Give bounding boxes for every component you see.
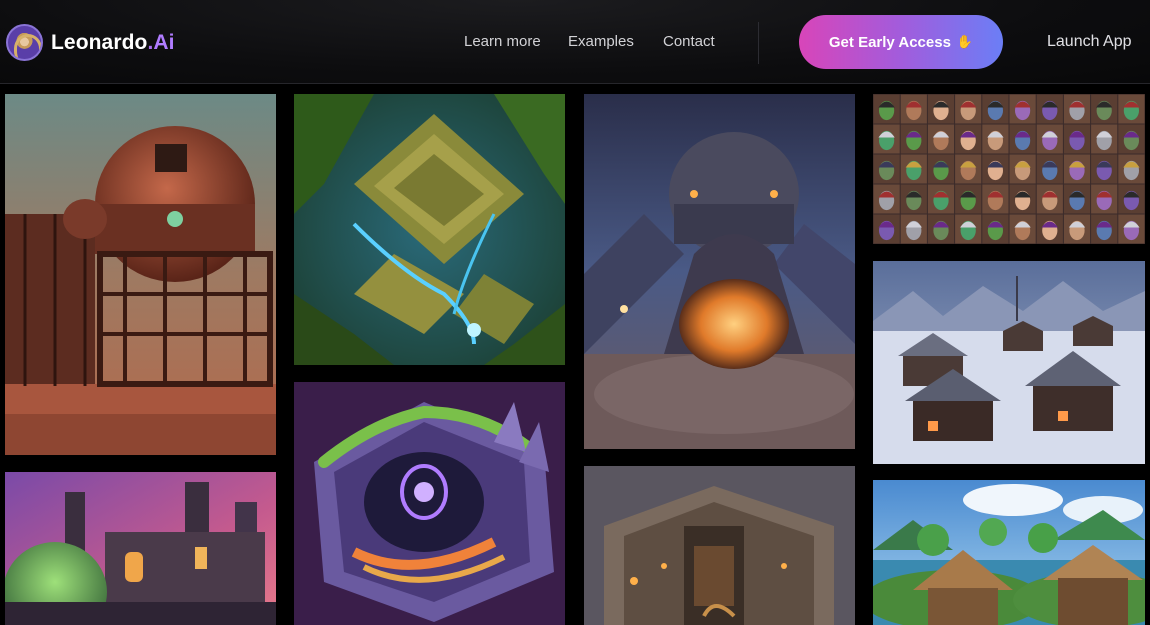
gallery-image-character-portraits[interactable] [873,94,1145,244]
portrait-cell [873,154,900,184]
gallery-image-snowy-village[interactable] [873,261,1145,464]
portrait-cell [955,94,982,124]
portrait-cell [900,94,927,124]
portrait-cell [1009,154,1036,184]
portrait-cell [1036,94,1063,124]
brand-wordmark: Leonardo.Ai [51,31,175,55]
portrait-cell [982,214,1009,244]
portrait-cell [1118,154,1145,184]
nav-divider [758,22,759,64]
gallery-image-tropical-huts[interactable] [873,480,1145,625]
portrait-cell [927,154,955,184]
portrait-cell [927,214,955,244]
portrait-cell [873,184,900,214]
portrait-cell [1009,214,1036,244]
gallery-image-steampunk-dome[interactable] [5,94,276,455]
nav-link-examples[interactable]: Examples [568,33,634,50]
portrait-cell [1009,184,1036,214]
gallery-image-crystal-cave[interactable] [294,382,565,625]
portrait-cell [1063,94,1091,124]
portrait-cell [873,94,900,124]
portrait-cell [1118,214,1145,244]
portrait-cell [955,154,982,184]
portrait-cell [1091,214,1118,244]
portrait-cell [982,124,1009,154]
portrait-cell [955,214,982,244]
portrait-cell [1063,184,1091,214]
portrait-cell [1036,154,1063,184]
brand-avatar-icon [6,24,43,61]
portrait-cell [873,124,900,154]
nav-link-contact[interactable]: Contact [663,33,715,50]
portrait-cell [900,184,927,214]
gallery-image-jungle-temple[interactable] [294,94,565,365]
nav-link-learn-more[interactable]: Learn more [464,33,541,50]
portrait-cell [955,184,982,214]
portrait-cell [1009,94,1036,124]
brand-logo[interactable]: Leonardo.Ai [6,24,175,61]
portrait-cell [982,184,1009,214]
launch-app-link[interactable]: Launch App [1047,33,1132,51]
portrait-cell [900,214,927,244]
portrait-cell [1091,154,1118,184]
gallery-image-stone-ruins[interactable] [584,466,855,625]
portrait-cell [1118,124,1145,154]
portrait-cell [1091,124,1118,154]
portrait-cell [1036,214,1063,244]
portrait-cell [982,94,1009,124]
portrait-cell [1063,124,1091,154]
portrait-cell [1091,184,1118,214]
portrait-cell [1091,94,1118,124]
waving-hand-icon: ✋ [956,34,974,49]
gallery-image-scifi-dome[interactable] [584,94,855,449]
brand-suffix: Ai [153,30,175,54]
portrait-cell [1118,94,1145,124]
portrait-cell [955,124,982,154]
portrait-cell [1009,124,1036,154]
portrait-cell [1118,184,1145,214]
portrait-cell [927,124,955,154]
portrait-cell [900,124,927,154]
portrait-cell [1063,214,1091,244]
brand-name: Leonardo [51,30,148,54]
portrait-cell [873,214,900,244]
portrait-cell [1036,124,1063,154]
top-navigation-bar: Leonardo.Ai Learn more Examples Contact … [0,0,1150,84]
portrait-cell [927,94,955,124]
portrait-cell [982,154,1009,184]
portrait-cell [1036,184,1063,214]
portrait-cell [1063,154,1091,184]
get-early-access-label: Get Early Access [828,33,951,51]
get-early-access-button[interactable]: Get Early Access ✋ [799,15,1003,69]
gallery-image-factory-towers[interactable] [5,472,276,625]
portrait-cell [900,154,927,184]
portrait-cell [927,184,955,214]
